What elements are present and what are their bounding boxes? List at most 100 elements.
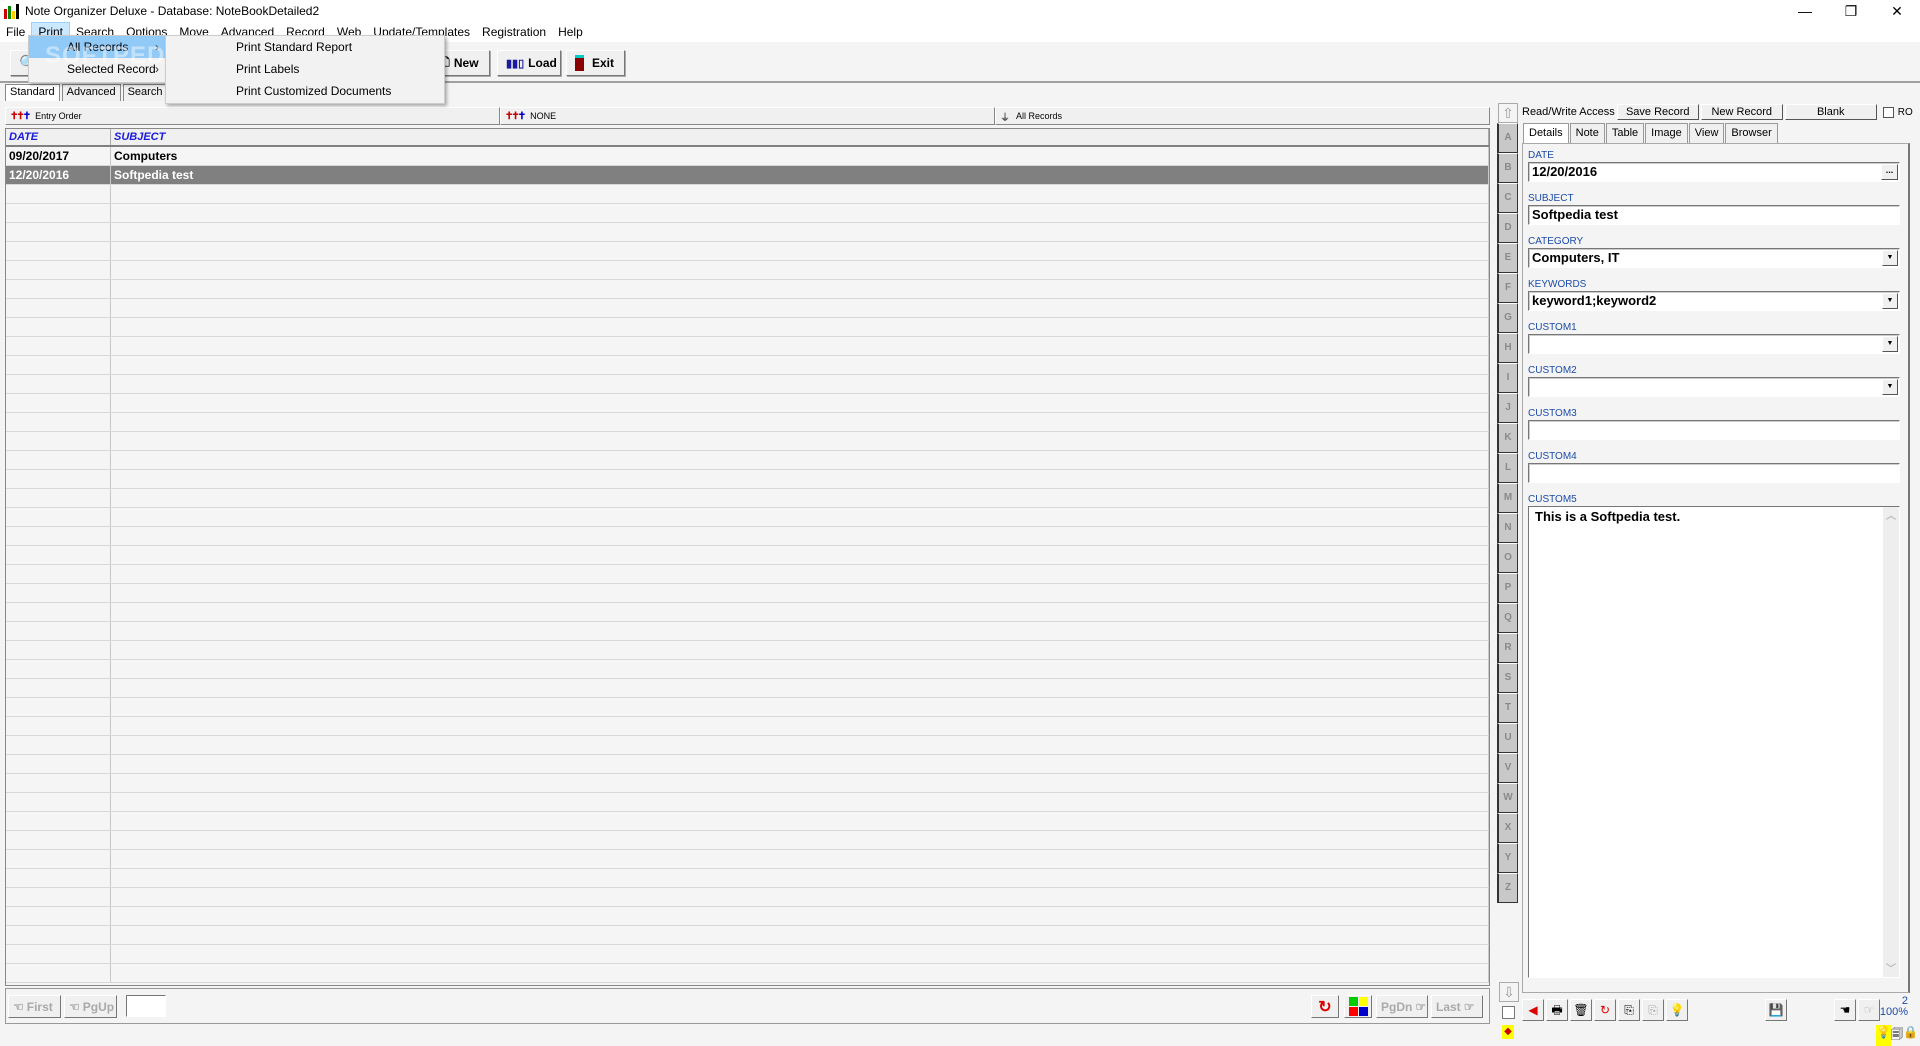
print-button[interactable]: 🖶 (1546, 998, 1568, 1021)
cell-date (6, 565, 111, 583)
alpha-letter-t[interactable]: T (1497, 693, 1518, 723)
psfc-button[interactable] (1344, 995, 1372, 1018)
menu-item-all-records[interactable]: All Records › (29, 36, 167, 58)
back-arrow-button[interactable]: ◀ (1522, 998, 1544, 1021)
exit-button[interactable]: Exit (566, 50, 625, 76)
alpha-letter-a[interactable]: A (1497, 123, 1518, 153)
chevron-down-icon[interactable]: ▼ (1882, 293, 1898, 309)
subject-field[interactable]: Softpedia test (1528, 205, 1900, 225)
alpha-letter-l[interactable]: L (1497, 453, 1518, 483)
table-row[interactable]: 09/20/2017 Computers (6, 147, 1489, 166)
prev-record-button[interactable]: ☚ (1834, 998, 1856, 1021)
alpha-letter-g[interactable]: G (1497, 303, 1518, 333)
keywords-select[interactable]: keyword1;keyword2 ▼ (1528, 291, 1900, 311)
custom1-select[interactable]: ▼ (1528, 334, 1900, 354)
alpha-letter-b[interactable]: B (1497, 153, 1518, 183)
alpha-letter-u[interactable]: U (1497, 723, 1518, 753)
date-field[interactable]: 12/20/2016 ... (1528, 162, 1900, 182)
menu-item-selected-record[interactable]: Selected Record › (29, 58, 167, 80)
sort2-button[interactable]: ✝✝✝ NONE (500, 107, 995, 125)
alpha-letter-o[interactable]: O (1497, 543, 1518, 573)
tab-details[interactable]: Details (1523, 123, 1569, 143)
first-button[interactable]: ☜ First (8, 995, 61, 1018)
pgdn-button[interactable]: PgDn ☞ (1376, 995, 1428, 1018)
scroll-up-arrow-icon[interactable]: ⇧ (1498, 103, 1518, 123)
alpha-letter-m[interactable]: M (1497, 483, 1518, 513)
tab-view[interactable]: View (1688, 123, 1725, 143)
ro-checkbox[interactable]: RO (1882, 106, 1913, 118)
custom4-field[interactable] (1528, 463, 1900, 483)
alpha-letter-x[interactable]: X (1497, 813, 1518, 843)
alpha-letter-z[interactable]: Z (1497, 873, 1518, 903)
alpha-letter-c[interactable]: C (1497, 183, 1518, 213)
menu-file[interactable]: File (0, 22, 31, 42)
menu-item-print-customized-documents[interactable]: Print Customized Documents (166, 80, 444, 102)
save-record-button[interactable]: Save Record (1616, 104, 1699, 120)
menu-item-print-labels[interactable]: Print Labels (166, 58, 444, 80)
alpha-letter-v[interactable]: V (1497, 753, 1518, 783)
lightbulb-icon[interactable]: 💡 (1876, 1025, 1892, 1046)
alpha-letter-w[interactable]: W (1497, 783, 1518, 813)
scroll-down-arrow-icon[interactable]: ⇩ (1499, 982, 1519, 1002)
chevron-down-icon[interactable]: ▼ (1882, 250, 1898, 266)
table-row-selected[interactable]: 12/20/2016 Softpedia test (6, 166, 1489, 185)
alpha-letter-y[interactable]: Y (1497, 843, 1518, 873)
custom5-memo[interactable]: This is a Softpedia test. ︿ ﹀ (1528, 506, 1900, 978)
menu-item-print-standard-report[interactable]: Print Standard Report (166, 36, 444, 58)
category-select[interactable]: Computers, IT ▼ (1528, 248, 1900, 268)
tab-note[interactable]: Note (1569, 123, 1605, 143)
alpha-letter-h[interactable]: H (1497, 333, 1518, 363)
alpha-letter-d[interactable]: D (1497, 213, 1518, 243)
alpha-letter-f[interactable]: F (1497, 273, 1518, 303)
alpha-letter-q[interactable]: Q (1497, 603, 1518, 633)
alpha-letter-s[interactable]: S (1497, 663, 1518, 693)
menu-help[interactable]: Help (552, 22, 589, 42)
close-button[interactable]: ✕ (1874, 0, 1920, 22)
cell-date (6, 451, 111, 469)
date-picker-button[interactable]: ... (1881, 164, 1898, 180)
chevron-down-icon[interactable]: ▼ (1882, 379, 1898, 395)
alpha-letter-e[interactable]: E (1497, 243, 1518, 273)
save-to-disk-button[interactable]: 💾 (1765, 998, 1787, 1021)
alpha-letter-n[interactable]: N (1497, 513, 1518, 543)
splitter-handle-icon[interactable]: ◆ (1502, 1025, 1514, 1039)
tab-standard[interactable]: Standard (5, 84, 60, 101)
pgup-button[interactable]: ☜ PgUp (64, 995, 117, 1018)
alpha-letter-k[interactable]: K (1497, 423, 1518, 453)
alpha-checkbox[interactable] (1502, 1006, 1515, 1019)
lock-icon[interactable]: 🔒 (1903, 1025, 1918, 1046)
tab-advanced[interactable]: Advanced (61, 84, 121, 101)
documents-icon[interactable]: 🗐 (1891, 1025, 1903, 1046)
custom2-select[interactable]: ▼ (1528, 377, 1900, 397)
tab-image[interactable]: Image (1645, 123, 1688, 143)
tab-search[interactable]: Search (122, 84, 168, 101)
alpha-letter-i[interactable]: I (1497, 363, 1518, 393)
column-header-date[interactable]: DATE (6, 129, 111, 145)
last-button[interactable]: Last ☞ (1431, 995, 1483, 1018)
load-button[interactable]: ▮▮▯ Load (497, 50, 561, 76)
menu-registration[interactable]: Registration (476, 22, 552, 42)
delete-button[interactable]: 🗑 (1570, 998, 1592, 1021)
alpha-letter-r[interactable]: R (1497, 633, 1518, 663)
new-record-button[interactable]: New Record (1700, 104, 1783, 120)
page-input[interactable] (126, 995, 166, 1017)
alpha-letter-j[interactable]: J (1497, 393, 1518, 423)
refresh-button[interactable]: ↻ (1311, 995, 1339, 1018)
filter-button[interactable]: ⏚ All Records (995, 107, 1490, 125)
copy-record-button[interactable]: ⎘ (1618, 998, 1640, 1021)
paste-record-button[interactable]: ⎘ (1642, 998, 1664, 1021)
sort1-button[interactable]: ✝✝✝ Entry Order (5, 107, 500, 125)
alpha-letter-p[interactable]: P (1497, 573, 1518, 603)
minimize-button[interactable]: — (1782, 0, 1828, 22)
restore-button[interactable]: ❐ (1828, 0, 1874, 22)
tab-browser[interactable]: Browser (1725, 123, 1778, 143)
next-record-button[interactable]: ☞ (1858, 998, 1880, 1021)
custom3-field[interactable] (1528, 420, 1900, 440)
memo-scrollbar[interactable]: ︿ ﹀ (1883, 507, 1899, 977)
tab-table[interactable]: Table (1605, 123, 1645, 143)
refresh-record-button[interactable]: ↻ (1594, 998, 1616, 1021)
column-header-subject[interactable]: SUBJECT (111, 129, 1489, 145)
blank-button[interactable]: Blank (1784, 104, 1877, 120)
tip-button[interactable]: 💡 (1666, 998, 1688, 1021)
chevron-down-icon[interactable]: ▼ (1882, 336, 1898, 352)
